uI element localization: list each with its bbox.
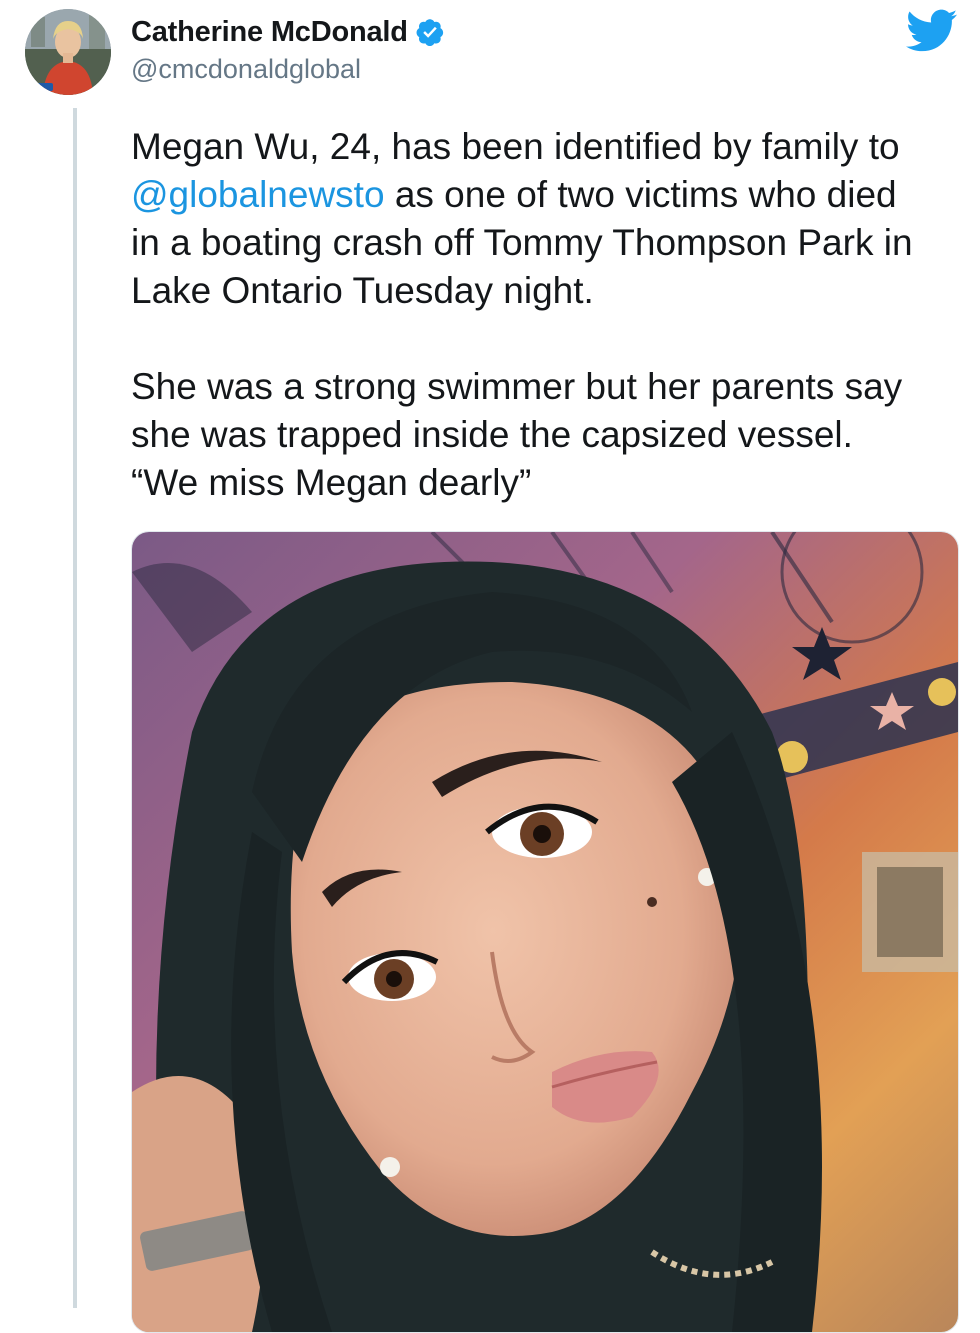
thread-line	[73, 108, 77, 1308]
tweet-line: She was a strong swimmer but her parents…	[131, 366, 903, 407]
tweet-line: she was trapped inside the capsized vess…	[131, 414, 853, 455]
author-avatar[interactable]	[25, 9, 111, 95]
mention-link[interactable]: @globalnewsto	[131, 174, 385, 215]
twitter-bird-icon[interactable]	[905, 9, 958, 53]
tweet-text-span: as one of two victims who died	[384, 174, 897, 215]
tweet-photo[interactable]	[131, 531, 959, 1333]
tweet-line: Lake Ontario Tuesday night.	[131, 270, 594, 311]
tweet-line: Megan Wu, 24, has been identified by fam…	[131, 123, 961, 171]
tweet-line: in a boating crash off Tommy Thompson Pa…	[131, 222, 913, 263]
author-name-row: Catherine McDonald	[131, 14, 445, 50]
author-display-name[interactable]: Catherine McDonald	[131, 16, 408, 49]
tweet-text-span: Megan Wu, 24, has been identified by fam…	[131, 126, 900, 167]
verified-badge-icon	[415, 17, 445, 47]
tweet-line: @globalnewsto as one of two victims who …	[131, 171, 961, 219]
author-handle[interactable]: @cmcdonaldglobal	[131, 54, 361, 85]
tweet-line: “We miss Megan dearly”	[131, 462, 532, 503]
tweet-text: Megan Wu, 24, has been identified by fam…	[131, 123, 961, 507]
tweet-card: Catherine McDonald @cmcdonaldglobal Mega…	[0, 0, 980, 1333]
